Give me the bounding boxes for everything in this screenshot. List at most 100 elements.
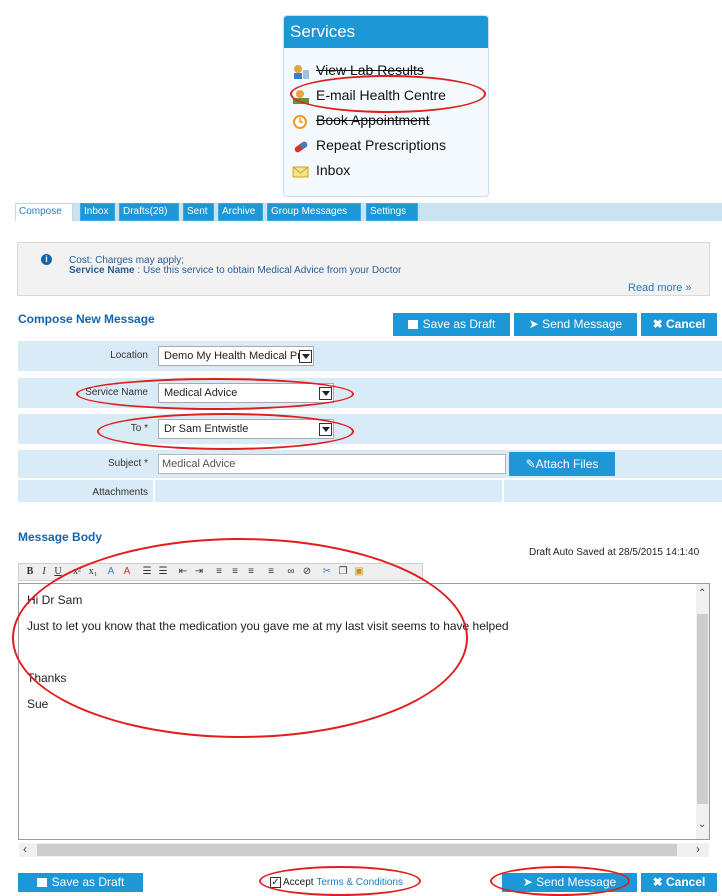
tab-inbox[interactable]: Inbox [80, 203, 115, 221]
attach-files-label: Attach Files [535, 457, 599, 471]
attach-files-button[interactable]: ✎Attach Files [509, 452, 615, 476]
horizontal-scrollbar[interactable]: ‹ › [19, 842, 709, 857]
info-service: Service Name : Use this service to obtai… [69, 265, 401, 276]
envelope-icon [292, 163, 310, 179]
superscript-icon[interactable]: x² [71, 565, 83, 579]
send-icon: ➤ [528, 317, 543, 331]
send-message-button[interactable]: ➤ Send Message [514, 313, 637, 336]
service-book-appointment[interactable]: Book Appointment [292, 108, 446, 133]
service-name-select[interactable]: Medical Advice [158, 383, 334, 403]
footer-send-message-button[interactable]: ➤ Send Message [502, 873, 637, 892]
scrollbar-thumb[interactable] [37, 844, 677, 856]
autosave-status: Draft Auto Saved at 28/5/2015 14:1:40 [529, 547, 700, 558]
cancel-button[interactable]: ✖ Cancel [641, 313, 717, 336]
service-label: Repeat Prescriptions [316, 137, 446, 153]
footer-cancel-button[interactable]: ✖ Cancel [641, 873, 717, 892]
save-draft-button[interactable]: Save as Draft [393, 313, 510, 336]
services-title: Services [284, 16, 488, 48]
save-icon [407, 320, 418, 329]
bold-icon[interactable]: B [25, 565, 35, 579]
chevron-down-icon [299, 350, 312, 363]
unlink-icon[interactable]: ⊘ [301, 565, 313, 579]
justify-icon[interactable]: ≡ [265, 565, 277, 579]
accept-checkbox[interactable]: ✓ [270, 877, 281, 888]
copy-icon[interactable]: ❐ [337, 565, 349, 579]
service-email-health-centre[interactable]: E-mail Health Centre [292, 83, 446, 108]
cut-icon[interactable]: ✂ [321, 565, 333, 579]
scrollbar-thumb[interactable] [697, 614, 708, 804]
pill-icon [292, 138, 310, 154]
location-label: Location [110, 350, 148, 361]
save-icon [36, 878, 47, 887]
message-line: Sue [27, 697, 49, 711]
bullet-list-icon[interactable]: ☰ [157, 565, 169, 579]
service-name-label: Service Name [85, 387, 148, 398]
align-right-icon[interactable]: ≡ [245, 565, 257, 579]
service-repeat-prescriptions[interactable]: Repeat Prescriptions [292, 133, 446, 158]
send-message-label: Send Message [542, 317, 623, 331]
tab-sent[interactable]: Sent [183, 203, 214, 221]
align-center-icon[interactable]: ≡ [229, 565, 241, 579]
subject-label: Subject * [107, 458, 148, 469]
to-value: Dr Sam Entwistle [164, 423, 249, 435]
service-label: Inbox [316, 162, 351, 178]
underline-icon[interactable]: U [53, 565, 63, 579]
cancel-label: Cancel [666, 317, 706, 331]
chevron-left-icon[interactable]: ‹ [23, 842, 27, 856]
chevron-right-icon[interactable]: › [696, 842, 700, 856]
to-label: To * [130, 423, 148, 434]
info-service-text: : Use this service to obtain Medical Adv… [134, 265, 402, 276]
service-label: E-mail Health Centre [316, 87, 446, 103]
accept-label: Accept [283, 877, 314, 888]
services-panel: Services View Lab Results E-mail Health … [283, 15, 489, 197]
ordered-list-icon[interactable]: ☰ [141, 565, 153, 579]
highlight-icon[interactable]: A [121, 565, 133, 579]
link-icon[interactable]: ∞ [285, 565, 297, 579]
tab-group-messages[interactable]: Group Messages [267, 203, 361, 221]
font-color-icon[interactable]: A [105, 565, 117, 579]
service-view-lab-results[interactable]: View Lab Results [292, 58, 446, 83]
message-body-editor[interactable]: Hi Dr Sam Just to let you know that the … [18, 583, 710, 840]
tab-compose[interactable]: Compose [15, 203, 73, 221]
terms-link[interactable]: Terms & Conditions [316, 877, 403, 888]
service-name-value: Medical Advice [164, 387, 238, 399]
message-body-title: Message Body [18, 530, 103, 544]
vertical-scrollbar[interactable]: ⌃ ⌄ [696, 584, 709, 839]
service-inbox[interactable]: Inbox [292, 158, 446, 183]
save-draft-label: Save as Draft [422, 317, 496, 331]
email-health-centre-icon [292, 88, 310, 104]
location-select[interactable]: Demo My Health Medical Præ [158, 346, 314, 366]
send-icon: ➤ [522, 875, 537, 889]
paperclip-icon: ✎ [525, 457, 536, 471]
footer-save-draft-button[interactable]: Save as Draft [18, 873, 143, 892]
paste-icon[interactable]: ▣ [353, 565, 365, 579]
location-value: Demo My Health Medical Præ [164, 350, 311, 362]
chevron-down-icon[interactable]: ⌄ [698, 819, 706, 830]
editor-toolbar: B I U x² x₁ A A ☰ ☰ ⇤ ⇥ ≡ ≡ ≡ ≡ ∞ ⊘ ✂ ❐ … [18, 563, 423, 581]
attachments-label: Attachments [92, 487, 148, 498]
lab-results-icon [292, 63, 310, 79]
indent-icon[interactable]: ⇥ [193, 565, 205, 579]
tab-drafts[interactable]: Drafts(28) [119, 203, 179, 221]
tab-settings[interactable]: Settings [366, 203, 418, 221]
message-line: Thanks [27, 671, 67, 685]
save-draft-label: Save as Draft [51, 875, 125, 889]
chevron-up-icon[interactable]: ⌃ [698, 588, 706, 599]
close-icon: ✖ [652, 317, 667, 331]
italic-icon[interactable]: I [39, 565, 49, 579]
chevron-down-icon [319, 423, 332, 436]
attachments-area [153, 480, 504, 502]
subject-input[interactable] [158, 454, 506, 474]
read-more-link[interactable]: Read more » [628, 282, 692, 294]
cancel-label: Cancel [666, 875, 706, 889]
compose-title: Compose New Message [18, 312, 155, 326]
subscript-icon[interactable]: x₁ [87, 565, 99, 579]
outdent-icon[interactable]: ⇤ [177, 565, 189, 579]
tab-archive[interactable]: Archive [218, 203, 263, 221]
align-left-icon[interactable]: ≡ [213, 565, 225, 579]
service-label: Book Appointment [316, 112, 430, 128]
info-service-label: Service Name [69, 265, 135, 276]
to-select[interactable]: Dr Sam Entwistle [158, 419, 334, 439]
clock-icon [292, 113, 310, 129]
message-line: Just to let you know that the medication… [27, 619, 509, 633]
